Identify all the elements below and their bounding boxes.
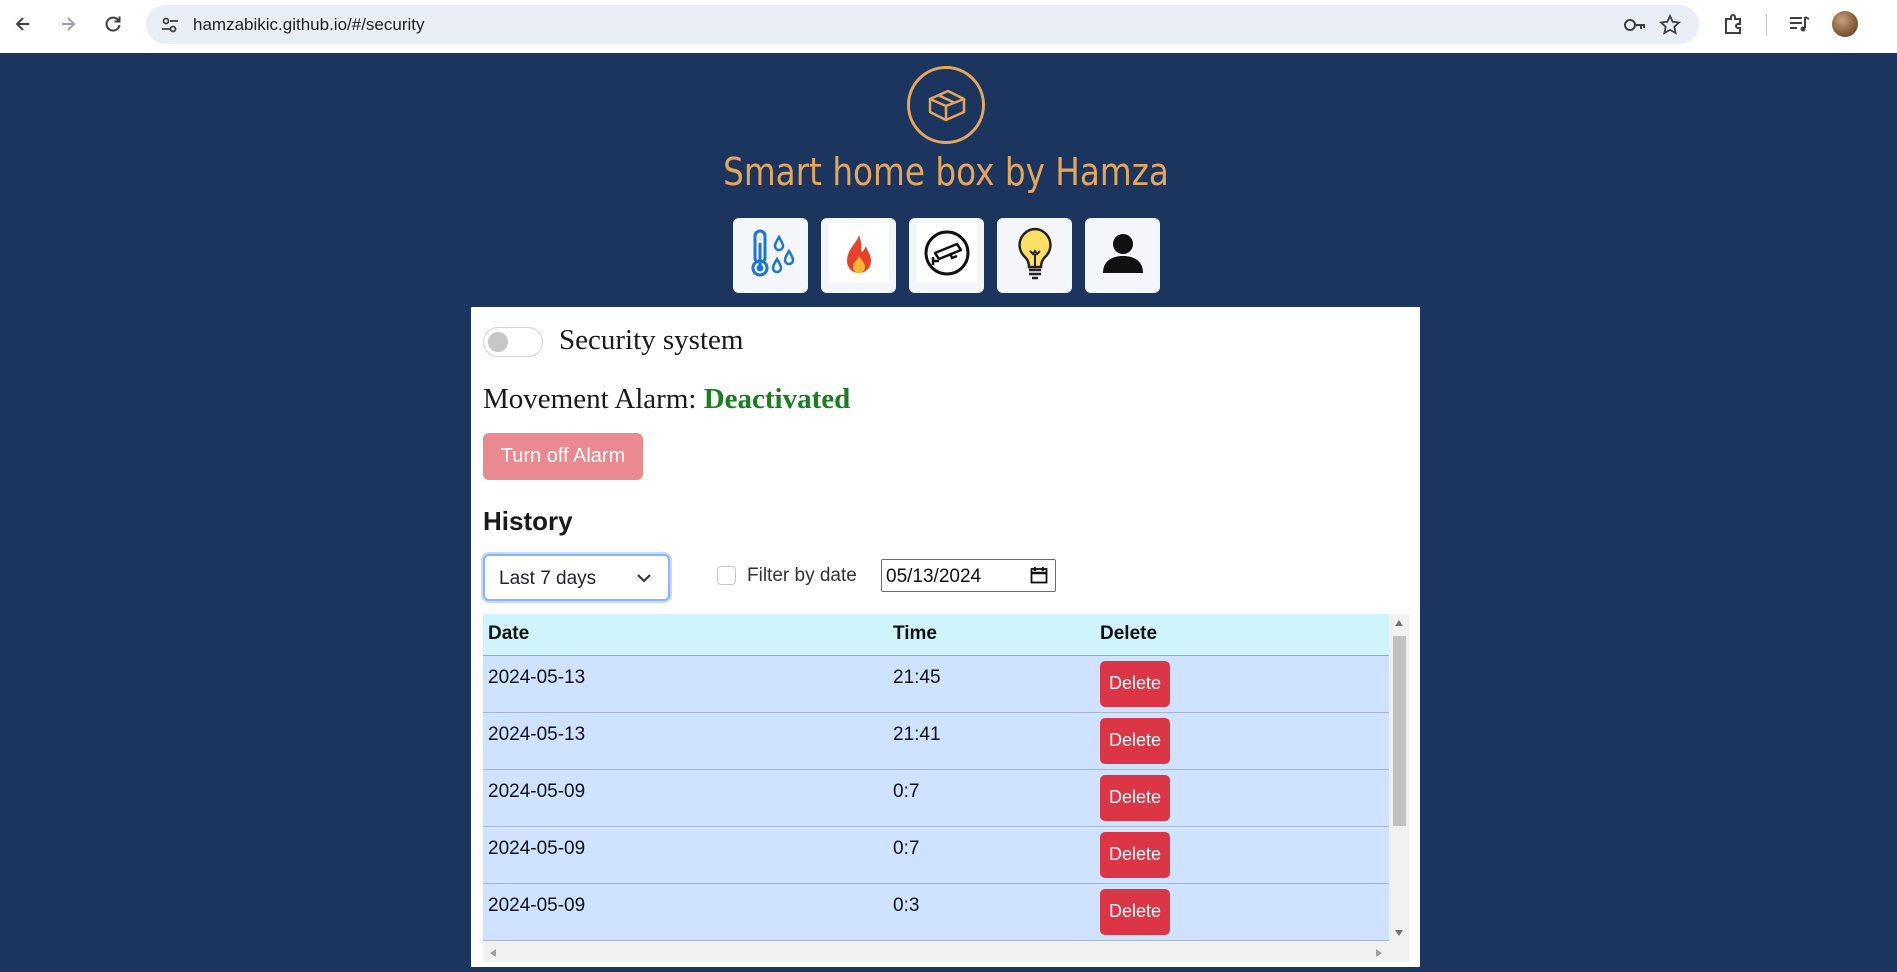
reload-icon[interactable] bbox=[99, 10, 127, 38]
date-input-value: 05/13/2024 bbox=[886, 566, 982, 587]
row-date: 2024-05-13 bbox=[488, 723, 586, 745]
address-bar[interactable]: hamzabikic.github.io/#/security bbox=[146, 5, 1699, 44]
history-title: History bbox=[483, 506, 573, 536]
alarm-label: Movement Alarm: bbox=[483, 383, 704, 415]
site-settings-icon[interactable] bbox=[160, 15, 180, 40]
history-table-viewport: Date Time Delete 2024-05-13 21:45 Delete… bbox=[483, 614, 1389, 942]
table-row: 2024-05-09 0:7 Delete bbox=[483, 826, 1389, 883]
table-row: 2024-05-13 21:45 Delete bbox=[483, 655, 1389, 712]
row-time: 0:3 bbox=[893, 894, 920, 916]
column-header-date: Date bbox=[483, 614, 888, 656]
scroll-down-icon[interactable] bbox=[1394, 929, 1404, 937]
column-header-delete: Delete bbox=[1095, 614, 1389, 656]
date-range-value: Last 7 days bbox=[499, 568, 597, 589]
row-time: 0:7 bbox=[893, 780, 920, 802]
row-time: 21:41 bbox=[893, 723, 941, 745]
row-date: 2024-05-09 bbox=[488, 837, 586, 859]
date-range-select[interactable]: Last 7 days bbox=[483, 554, 670, 601]
url-text[interactable]: hamzabikic.github.io/#/security bbox=[193, 15, 425, 35]
toggle-knob bbox=[488, 332, 508, 352]
fire-icon bbox=[828, 223, 889, 288]
security-card: Security system Movement Alarm: Deactiva… bbox=[471, 307, 1420, 967]
row-date: 2024-05-09 bbox=[488, 780, 586, 802]
filter-by-date-label: Filter by date bbox=[747, 565, 857, 586]
logo-box-icon bbox=[907, 66, 985, 144]
thermometer-droplets-icon bbox=[743, 227, 799, 284]
profile-avatar[interactable] bbox=[1832, 11, 1858, 37]
table-row: 2024-05-13 21:41 Delete bbox=[483, 712, 1389, 769]
delete-button[interactable]: Delete bbox=[1100, 717, 1170, 764]
delete-button[interactable]: Delete bbox=[1100, 774, 1170, 821]
table-header-row: Date Time Delete bbox=[483, 614, 1389, 656]
browser-toolbar: hamzabikic.github.io/#/security bbox=[0, 0, 1897, 53]
table-row: 2024-05-09 0:3 Delete bbox=[483, 883, 1389, 940]
row-date: 2024-05-09 bbox=[488, 894, 586, 916]
password-key-icon[interactable] bbox=[1623, 15, 1647, 40]
nav-tiles bbox=[733, 218, 1160, 293]
nav-security[interactable] bbox=[909, 218, 984, 293]
history-table-container[interactable]: Date Time Delete 2024-05-13 21:45 Delete… bbox=[483, 614, 1409, 962]
calendar-icon[interactable] bbox=[1030, 566, 1048, 589]
nav-lighting[interactable] bbox=[997, 218, 1072, 293]
bookmark-star-icon[interactable] bbox=[1658, 13, 1682, 41]
extensions-icon[interactable] bbox=[1722, 12, 1746, 41]
row-time: 21:45 bbox=[893, 666, 941, 688]
back-icon[interactable] bbox=[9, 10, 37, 38]
horizontal-scrollbar[interactable] bbox=[483, 942, 1389, 962]
forward-icon[interactable] bbox=[54, 10, 82, 38]
user-icon bbox=[1101, 231, 1145, 280]
delete-button[interactable]: Delete bbox=[1100, 660, 1170, 707]
delete-button[interactable]: Delete bbox=[1100, 888, 1170, 935]
toolbar-separator bbox=[1766, 14, 1767, 36]
scroll-left-icon[interactable] bbox=[489, 948, 497, 958]
table-row: 2024-05-09 0:7 Delete bbox=[483, 769, 1389, 826]
security-system-label: Security system bbox=[559, 324, 744, 356]
column-header-time: Time bbox=[888, 614, 1095, 656]
light-bulb-icon bbox=[1013, 225, 1057, 286]
filter-by-date-checkbox[interactable] bbox=[717, 566, 736, 585]
history-table: Date Time Delete 2024-05-13 21:45 Delete… bbox=[483, 614, 1389, 941]
nav-fire[interactable] bbox=[821, 218, 896, 293]
turn-off-alarm-button[interactable]: Turn off Alarm bbox=[483, 433, 643, 480]
delete-button[interactable]: Delete bbox=[1100, 831, 1170, 878]
scroll-up-icon[interactable] bbox=[1394, 619, 1404, 627]
vertical-scroll-thumb[interactable] bbox=[1393, 636, 1406, 826]
movement-alarm-line: Movement Alarm: Deactivated bbox=[483, 383, 850, 416]
row-time: 0:7 bbox=[893, 837, 920, 859]
nav-user[interactable] bbox=[1085, 218, 1160, 293]
scroll-right-icon[interactable] bbox=[1375, 948, 1383, 958]
nav-temperature-humidity[interactable] bbox=[733, 218, 808, 293]
vertical-scrollbar[interactable] bbox=[1389, 614, 1409, 942]
row-date: 2024-05-13 bbox=[488, 666, 586, 688]
site-title: Smart home box by Hamza bbox=[723, 150, 1169, 194]
chevron-down-icon bbox=[636, 571, 652, 589]
media-controls-icon[interactable] bbox=[1787, 12, 1811, 41]
security-camera-icon bbox=[916, 223, 977, 288]
alarm-status: Deactivated bbox=[703, 383, 851, 415]
security-system-toggle[interactable] bbox=[483, 327, 543, 357]
date-input[interactable]: 05/13/2024 bbox=[881, 559, 1056, 592]
